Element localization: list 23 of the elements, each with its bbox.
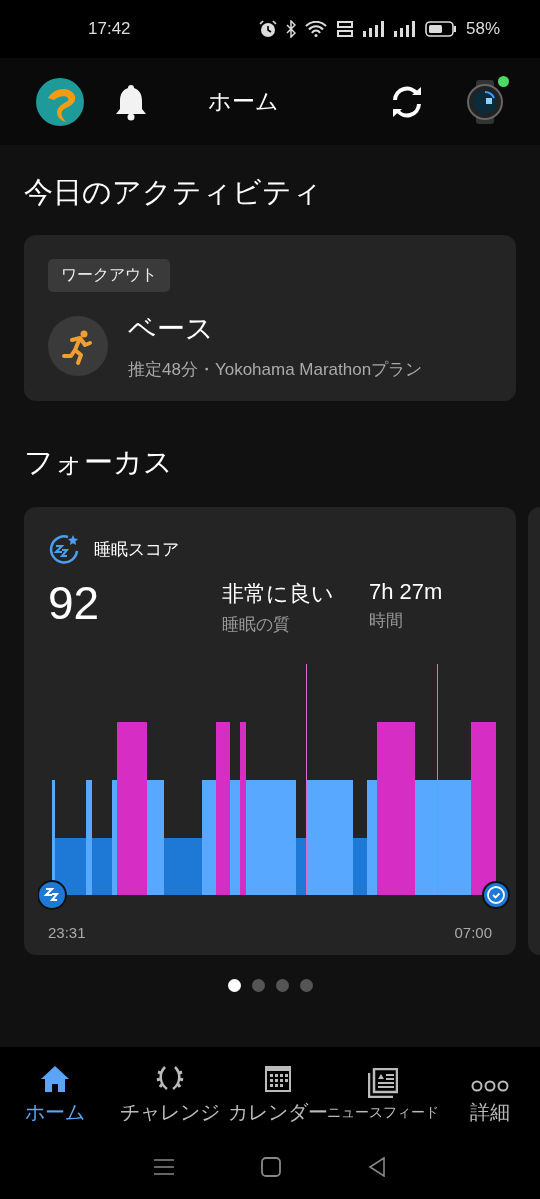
end-time: 07:00: [454, 924, 492, 941]
page-title: ホーム: [206, 87, 280, 116]
sleep-score: 92: [48, 579, 101, 628]
card-title: 睡眠スコア: [94, 538, 179, 561]
duration-value: 7h 27m: [369, 579, 443, 605]
workout-tag: ワークアウト: [48, 259, 170, 292]
quality-label: 睡眠の質: [222, 614, 291, 636]
nav-tab[interactable]: チャレンジ: [110, 1056, 230, 1126]
sleep-score-card[interactable]: 睡眠スコア 92 非常に良い 睡眠の質 7h 27m 時間 23:31 07:00: [24, 507, 516, 955]
start-time: 23:31: [48, 924, 86, 941]
quality-value: 非常に良い: [222, 580, 335, 608]
nav-tab[interactable]: ホーム: [0, 1056, 110, 1126]
section-heading: 今日のアクティビティ: [24, 175, 323, 210]
workout-card[interactable]: ワークアウト ベース 推定48分・Yokohama Marathonプラン: [24, 235, 516, 401]
nav-tab[interactable]: カレンダー: [230, 1056, 326, 1126]
battery-percent: 58%: [465, 19, 500, 39]
workout-details: 推定48分・Yokohama Marathonプラン: [128, 359, 423, 381]
nav-tab[interactable]: 詳細: [440, 1056, 540, 1126]
nav-tab[interactable]: ニュースフィード: [326, 1056, 440, 1126]
section-heading: フォーカス: [24, 445, 174, 480]
duration-label: 時間: [369, 610, 404, 632]
clock-time: 17:42: [88, 19, 132, 39]
workout-title: ベース: [128, 312, 215, 346]
